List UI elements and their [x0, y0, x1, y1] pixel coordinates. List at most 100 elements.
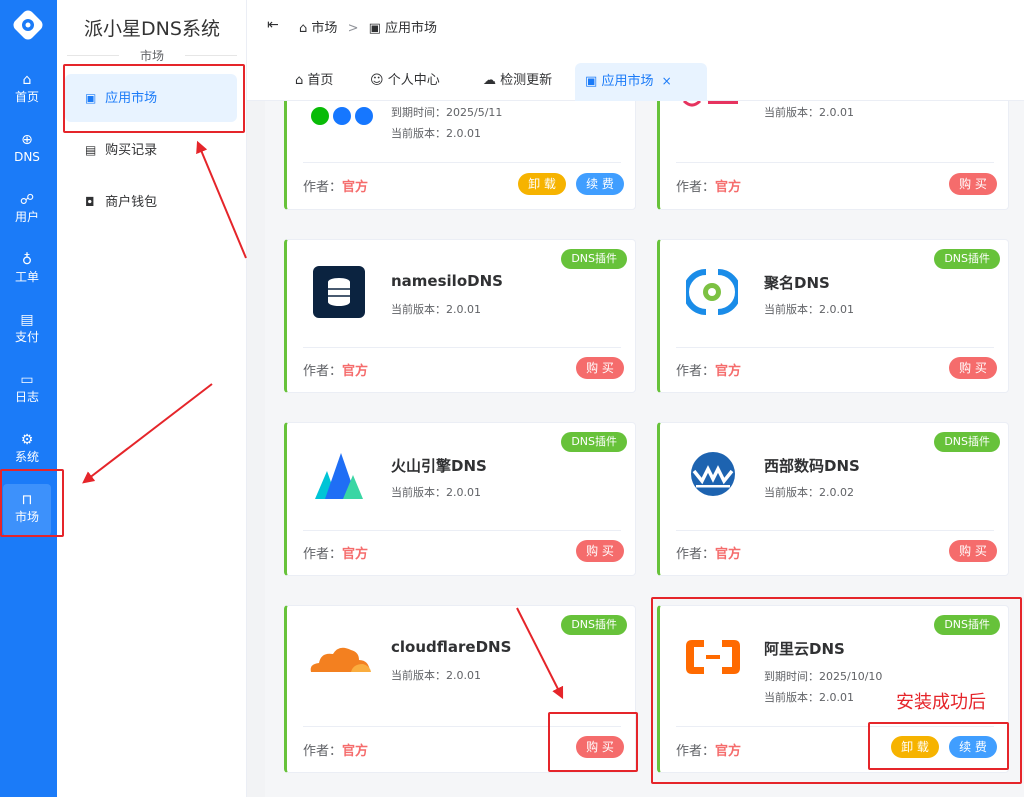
main-rail: ⌂ 首页 ⊕ DNS ☍ 用户 ♁ 工单 ▤ 支付 ▭ 日志 ⚙ 系统 ⊓ 市场 [0, 0, 57, 797]
juming-logo-icon [686, 269, 738, 315]
uninstall-button[interactable]: 卸 载 [518, 173, 566, 195]
dns-plugin-badge: DNS插件 [934, 432, 1000, 452]
card-icon: ▤ [20, 312, 34, 328]
rail-item-label: 系统 [14, 450, 39, 464]
author-text: 作者：官方 [676, 360, 741, 379]
plugin-card: 当前版本：2.0.01 作者：官方 购 买 [657, 101, 1009, 210]
author-label: 作者： [676, 547, 716, 562]
author-label: 作者： [303, 547, 343, 562]
namesilo-logo-icon [313, 266, 365, 318]
sidebar-group-title: 市场 [119, 47, 185, 64]
rail-item-dns[interactable]: ⊕ DNS [3, 124, 51, 176]
close-tab-icon[interactable]: × [662, 74, 672, 88]
sidebar-item-purchase-records[interactable]: ▤ 购买记录 [65, 126, 237, 174]
dns-plugin-badge: DNS插件 [561, 249, 627, 269]
store-icon: ▣ [585, 74, 598, 89]
buy-button[interactable]: 购 买 [949, 173, 997, 195]
breadcrumb-separator: > [347, 21, 359, 36]
tab-check-update[interactable]: ☁ 检测更新 [473, 63, 562, 101]
globe-icon: ⊕ [21, 132, 33, 148]
divider [303, 162, 621, 163]
highlight-box-buy [548, 712, 638, 772]
dns-plugin-badge: DNS插件 [561, 615, 627, 635]
author-label: 作者： [303, 744, 343, 759]
sidebar-item-wallet[interactable]: ◘ 商户钱包 [65, 178, 237, 226]
plugin-card: 到期时间：2025/5/11 当前版本：2.0.01 作者：官方 卸 载 续 费 [284, 101, 636, 210]
author-label: 作者： [676, 364, 716, 379]
author-label: 作者： [676, 180, 716, 195]
tab-bar: ⌂ 首页 ☺ 个人中心 ☁ 检测更新 ▣ 应用市场 × [247, 55, 1024, 101]
rail-item-label: 日志 [14, 390, 39, 404]
divider [676, 162, 994, 163]
breadcrumb-item: 应用市场 [385, 21, 438, 36]
plugin-name: namesiloDNS [391, 272, 503, 290]
payment-logos-icon [311, 107, 373, 125]
sidebar-item-label: 商户钱包 [105, 195, 158, 210]
sidebar-item-label: 购买记录 [105, 143, 158, 158]
plugin-name: 火山引擎DNS [391, 457, 487, 475]
breadcrumb-item[interactable]: 市场 [311, 21, 337, 36]
author-text: 作者：官方 [676, 176, 741, 195]
highlight-box-installed-buttons [868, 722, 1009, 770]
rail-item-payment[interactable]: ▤ 支付 [3, 304, 51, 356]
author-name: 官方 [715, 180, 742, 195]
version-text: 当前版本：2.0.02 [764, 486, 854, 499]
rail-item-logs[interactable]: ▭ 日志 [3, 364, 51, 416]
version-text: 当前版本：2.0.01 [764, 303, 854, 316]
author-text: 作者：官方 [303, 740, 368, 759]
top-header: ⇤ ⌂ 市场 > ▣ 应用市场 [247, 0, 1024, 55]
tab-label: 个人中心 [387, 73, 440, 88]
plugin-logo-icon [682, 101, 738, 107]
version-text: 当前版本：2.0.01 [391, 669, 481, 682]
west-logo-icon [691, 452, 735, 496]
tab-label: 应用市场 [601, 74, 654, 89]
buy-button[interactable]: 购 买 [949, 540, 997, 562]
app-logo-icon[interactable] [11, 8, 45, 42]
buy-button[interactable]: 购 买 [949, 357, 997, 379]
author-text: 作者：官方 [303, 360, 368, 379]
author-text: 作者：官方 [303, 543, 368, 562]
tab-profile[interactable]: ☺ 个人中心 [360, 63, 450, 101]
plugin-name: 西部数码DNS [764, 457, 860, 475]
collapse-menu-icon[interactable]: ⇤ [267, 17, 279, 33]
wallet-icon: ◘ [85, 195, 95, 209]
highlight-box-app-market [63, 64, 245, 133]
receipt-icon: ▤ [85, 143, 97, 157]
version-text: 当前版本：2.0.01 [391, 127, 481, 140]
headset-icon: ♁ [21, 252, 33, 268]
rail-item-label: 首页 [14, 90, 39, 104]
rail-item-label: 工单 [14, 270, 39, 284]
author-text: 作者：官方 [676, 543, 741, 562]
rail-item-users[interactable]: ☍ 用户 [3, 184, 51, 236]
rail-item-home[interactable]: ⌂ 首页 [3, 64, 51, 116]
book-icon: ▭ [20, 372, 34, 388]
store-icon: ⌂ [299, 21, 308, 36]
divider [676, 347, 994, 348]
buy-button[interactable]: 购 买 [576, 357, 624, 379]
author-label: 作者： [303, 364, 343, 379]
plugin-card-west: DNS插件 西部数码DNS 当前版本：2.0.02 作者：官方 购 买 [657, 422, 1009, 576]
gear-icon: ⚙ [20, 432, 34, 448]
plugin-name: cloudflareDNS [391, 638, 512, 656]
breadcrumb: ⌂ 市场 > ▣ 应用市场 [299, 17, 437, 36]
renew-button[interactable]: 续 费 [576, 173, 624, 195]
user-icon: ☺ [370, 73, 384, 88]
rail-item-label: DNS [14, 150, 40, 164]
tab-app-market[interactable]: ▣ 应用市场 × [575, 63, 707, 101]
version-text: 当前版本：2.0.01 [764, 106, 854, 119]
divider [303, 530, 621, 531]
plugin-card-namesilo: DNS插件 namesiloDNS 当前版本：2.0.01 作者：官方 购 买 [284, 239, 636, 393]
buy-button[interactable]: 购 买 [576, 540, 624, 562]
author-label: 作者： [303, 180, 343, 195]
tab-label: 首页 [307, 73, 334, 88]
home-icon: ⌂ [295, 73, 304, 88]
tab-home[interactable]: ⌂ 首页 [285, 63, 343, 101]
author-name: 官方 [715, 364, 742, 379]
rail-item-tickets[interactable]: ♁ 工单 [3, 244, 51, 296]
rail-item-label: 支付 [14, 330, 39, 344]
author-name: 官方 [715, 547, 742, 562]
cloudflare-logo-icon [310, 647, 371, 672]
store-icon: ▣ [368, 21, 381, 36]
annotation-installed-note: 安装成功后 [896, 692, 986, 713]
author-name: 官方 [342, 180, 369, 195]
